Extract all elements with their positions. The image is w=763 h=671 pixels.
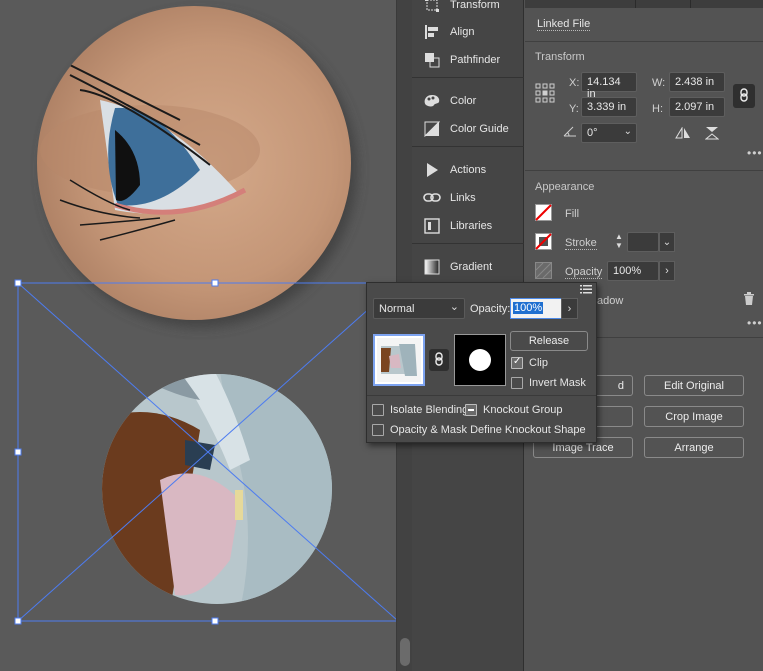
color-guide-icon <box>422 120 442 138</box>
artwork-thumbnail[interactable] <box>373 334 425 386</box>
popup-opacity-value: 100% <box>513 302 544 314</box>
dock-item-gradient[interactable]: Gradient <box>412 255 524 279</box>
opacity-label[interactable]: Opacity <box>565 266 603 279</box>
popup-opacity-label: Opacity: <box>470 303 511 315</box>
dock-item-actions[interactable]: Actions <box>412 158 524 182</box>
knockout-group-label: Knockout Group <box>483 404 563 416</box>
fill-none-swatch-icon[interactable] <box>535 204 552 224</box>
clip-label: Clip <box>529 357 548 369</box>
x-label: X: <box>569 77 580 89</box>
dock-item-links[interactable]: Links <box>412 186 524 210</box>
linked-file-label[interactable]: Linked File <box>537 18 591 31</box>
dock-item-label: Color Guide <box>450 123 509 135</box>
flip-horizontal-icon[interactable] <box>675 126 691 142</box>
rotate-value: 0° <box>587 127 598 139</box>
arrange-button[interactable]: Arrange <box>644 437 744 458</box>
opacity-mask-knockout-label: Opacity & Mask Define Knockout Shape <box>390 424 586 436</box>
dock-item-label: Gradient <box>450 261 493 273</box>
stroke-label[interactable]: Stroke <box>565 237 597 250</box>
popup-opacity-expand-button[interactable]: › <box>561 298 578 319</box>
x-field[interactable]: 14.134 in <box>581 72 637 100</box>
invert-mask-label: Invert Mask <box>529 377 586 389</box>
reference-point-icon[interactable] <box>535 83 555 106</box>
chevron-down-icon: ⌄ <box>623 126 632 137</box>
blend-mode-value: Normal <box>379 303 415 315</box>
eye-closeup-image-bottom[interactable] <box>100 372 340 612</box>
embed-button-label: d <box>617 379 624 392</box>
gradient-icon <box>422 258 442 276</box>
dock-item-pathfinder[interactable]: Pathfinder <box>412 48 524 72</box>
dock-item-label: Align <box>450 26 475 38</box>
opacity-field[interactable]: 100% <box>607 261 659 281</box>
isolate-blending-label: Isolate Blending <box>390 404 469 416</box>
release-button[interactable]: Release <box>510 331 588 351</box>
height-field[interactable]: 2.097 in <box>669 97 725 117</box>
dock-item-align[interactable]: Align <box>412 20 524 44</box>
stroke-weight-field[interactable] <box>627 232 659 252</box>
chevron-right-icon: › <box>665 265 669 277</box>
chevron-down-icon: ⌄ <box>662 236 672 248</box>
invert-mask-checkbox[interactable] <box>511 377 523 389</box>
edit-original-button[interactable]: Edit Original <box>644 375 744 396</box>
rotate-icon <box>563 125 577 140</box>
transform-more-options-icon[interactable]: ••• <box>747 146 763 160</box>
y-label: Y: <box>569 103 579 115</box>
mask-link-button[interactable] <box>429 349 449 371</box>
w-label: W: <box>652 77 666 89</box>
blend-mode-select[interactable]: Normal ⌄ <box>373 298 465 319</box>
crop-image-button[interactable]: Crop Image <box>644 406 744 427</box>
dock-item-transform[interactable]: Transform <box>412 0 524 17</box>
isolate-blending-checkbox[interactable] <box>372 404 384 416</box>
dock-item-label: Pathfinder <box>450 54 501 66</box>
dock-item-label: Links <box>450 192 476 204</box>
popup-opacity-field[interactable]: 100% <box>510 298 562 319</box>
link-icon <box>739 87 749 105</box>
fill-label: Fill <box>565 208 580 220</box>
libraries-icon <box>422 217 442 235</box>
clip-checkbox[interactable]: ✓ <box>511 356 523 369</box>
stroke-none-swatch-icon[interactable] <box>535 233 552 253</box>
rotate-field[interactable]: 0° ⌄ <box>581 123 637 143</box>
opacity-mask-thumbnail[interactable] <box>454 334 506 386</box>
artboard-canvas[interactable] <box>0 0 396 671</box>
dock-item-label: Libraries <box>450 220 493 232</box>
dock-item-color-guide[interactable]: Color Guide <box>412 117 524 141</box>
flip-vertical-icon[interactable] <box>704 126 720 143</box>
opacity-mask-knockout-checkbox[interactable] <box>372 424 384 436</box>
appearance-more-options-icon[interactable]: ••• <box>747 316 763 330</box>
play-icon <box>422 161 442 179</box>
transparency-popup: Normal ⌄ Opacity: 100% › Release ✓ Clip … <box>366 282 597 443</box>
align-icon <box>422 23 442 41</box>
stroke-weight-dropdown[interactable]: ⌄ <box>659 232 675 252</box>
dock-item-libraries[interactable]: Libraries <box>412 214 524 238</box>
transform-icon <box>422 0 442 14</box>
stroke-weight-stepper[interactable]: ▲ ▼ <box>611 232 627 252</box>
drop-shadow-label-partial[interactable]: adow <box>597 295 623 307</box>
scrollbar-thumb[interactable] <box>400 638 410 666</box>
h-label: H: <box>652 103 663 115</box>
color-palette-icon <box>422 92 442 110</box>
chevron-right-icon: › <box>567 302 572 315</box>
checkmark-icon: ✓ <box>513 356 522 367</box>
panel-menu-icon[interactable] <box>580 284 592 297</box>
panel-tab-strip <box>525 0 763 8</box>
pathfinder-icon <box>422 51 442 69</box>
opacity-checker-icon <box>535 262 552 282</box>
opacity-expand-button[interactable]: › <box>659 261 675 281</box>
link-icon <box>422 189 442 207</box>
link-icon <box>434 351 444 369</box>
appearance-section-title: Appearance <box>535 181 595 193</box>
dock-item-color[interactable]: Color <box>412 89 524 113</box>
knockout-group-checkbox[interactable] <box>465 404 477 416</box>
width-field[interactable]: 2.438 in <box>669 72 725 92</box>
y-field[interactable]: 3.339 in <box>581 97 637 117</box>
chevron-down-icon: ⌄ <box>449 301 459 313</box>
dock-item-label: Transform <box>450 0 500 11</box>
canvas-artwork <box>14 6 396 625</box>
dock-item-label: Actions <box>450 164 487 176</box>
transform-section-title: Transform <box>535 51 585 63</box>
dock-item-label: Color <box>450 95 477 107</box>
constrain-proportions-button[interactable] <box>733 84 755 108</box>
trash-icon[interactable] <box>743 292 755 309</box>
